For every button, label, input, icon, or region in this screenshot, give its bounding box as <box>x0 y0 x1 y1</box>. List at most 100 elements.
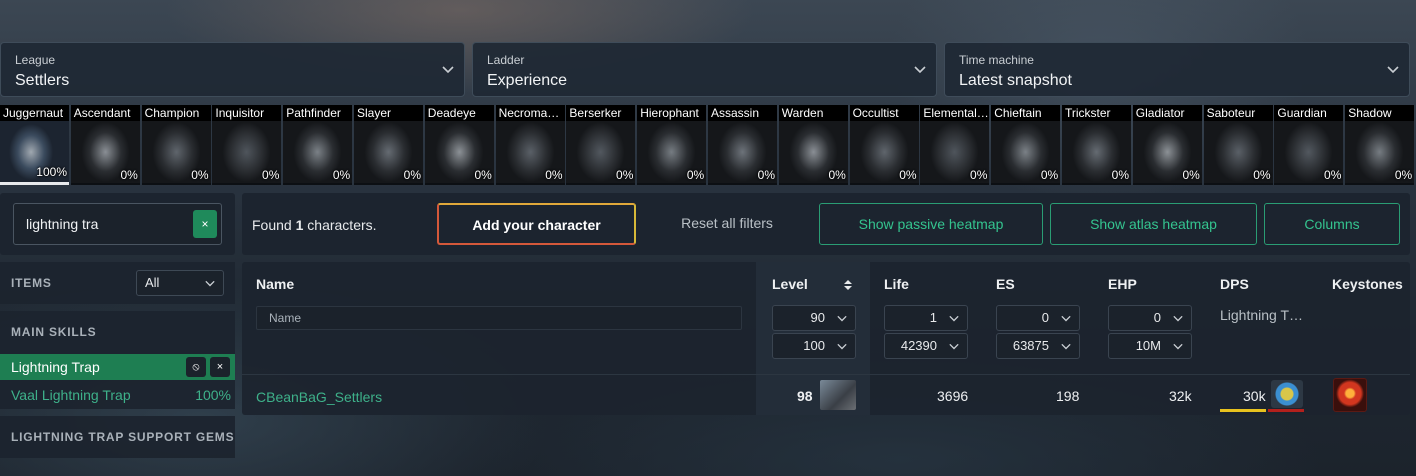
header-level[interactable]: Level <box>772 276 808 292</box>
league-select[interactable]: League Settlers <box>0 42 465 97</box>
header-es[interactable]: ES <box>996 276 1015 292</box>
class-pathfinder[interactable]: Pathfinder 0% <box>283 105 353 185</box>
add-character-button[interactable]: Add your character <box>437 203 636 245</box>
class-necroma[interactable]: Necroma… 0% <box>495 105 565 185</box>
character-name-link[interactable]: CBeanBaG_Settlers <box>256 389 382 405</box>
class-name-label: Saboteur <box>1203 105 1273 121</box>
life-min-select[interactable]: 1 <box>884 305 968 331</box>
class-name-label: Hierophant <box>637 105 707 121</box>
class-name-label: Occultist <box>849 105 919 121</box>
class-name-label: Trickster <box>1062 105 1131 121</box>
header-ehp[interactable]: EHP <box>1108 276 1137 292</box>
class-percentage: 0% <box>1182 168 1200 182</box>
name-filter-input[interactable]: Name <box>256 306 742 330</box>
es-min-select[interactable]: 0 <box>996 305 1080 331</box>
class-percentage: 0% <box>1324 168 1342 182</box>
life-max-select[interactable]: 42390 <box>884 333 968 359</box>
class-name-label: Ascendant <box>70 105 140 121</box>
ladder-value: Experience <box>487 72 568 89</box>
class-name-label: Inquisitor <box>212 105 282 121</box>
results-count: Found 1 characters. <box>252 217 377 233</box>
class-inquisitor[interactable]: Inquisitor 0% <box>212 105 282 185</box>
sort-icon[interactable] <box>843 279 853 291</box>
atlas-heatmap-button[interactable]: Show atlas heatmap <box>1050 203 1257 245</box>
block-icon[interactable]: ⦸ <box>186 357 206 377</box>
class-percentage: 0% <box>616 168 634 182</box>
header-name[interactable]: Name <box>256 276 294 292</box>
keystone-icon <box>1333 378 1367 412</box>
class-juggernaut[interactable]: Juggernaut 100% <box>0 105 69 185</box>
class-percentage: 0% <box>970 168 988 182</box>
class-trickster[interactable]: Trickster 0% <box>1062 105 1131 185</box>
dps-bar-primary <box>1220 409 1266 412</box>
skill-vaal-lightning-trap[interactable]: Vaal Lightning Trap 100% <box>0 382 235 408</box>
character-life: 3696 <box>937 388 969 404</box>
ehp-max-select[interactable]: 10M <box>1108 333 1192 359</box>
search-input[interactable]: lightning tra <box>13 203 222 245</box>
level-min-select[interactable]: 90 <box>772 305 856 331</box>
class-percentage: 0% <box>262 168 280 182</box>
class-percentage: 0% <box>332 168 351 182</box>
ladder-select[interactable]: Ladder Experience <box>472 42 937 97</box>
reset-filters-button[interactable]: Reset all filters <box>662 203 792 245</box>
time-machine-select[interactable]: Time machine Latest snapshot <box>944 42 1410 97</box>
chevron-down-icon <box>205 280 215 287</box>
class-name-label: Slayer <box>354 105 423 121</box>
skill-gem-icon <box>1271 380 1303 408</box>
class-champion[interactable]: Champion 0% <box>141 105 211 185</box>
header-life[interactable]: Life <box>884 276 909 292</box>
clear-search-button[interactable]: × <box>193 210 217 238</box>
time-machine-label: Time machine <box>959 53 1034 67</box>
class-name-label: Assassin <box>708 105 777 121</box>
dps-skill-filter[interactable]: Lightning T… <box>1220 307 1303 323</box>
columns-button[interactable]: Columns <box>1264 203 1400 245</box>
class-hierophant[interactable]: Hierophant 0% <box>637 105 707 185</box>
class-percentage: 0% <box>1253 168 1271 182</box>
character-es: 198 <box>1056 388 1080 404</box>
passive-heatmap-button[interactable]: Show passive heatmap <box>819 203 1043 245</box>
es-max-select[interactable]: 63875 <box>996 333 1080 359</box>
class-gladiator[interactable]: Gladiator 0% <box>1132 105 1202 185</box>
class-filter-strip: Juggernaut 100% Ascendant 0% Champion 0% Inqui… <box>0 105 1416 185</box>
class-guardian[interactable]: Guardian 0% <box>1274 105 1344 185</box>
close-icon[interactable]: × <box>210 357 230 377</box>
class-ascendant[interactable]: Ascendant 0% <box>70 105 140 185</box>
class-shadow[interactable]: Shadow 0% <box>1345 105 1415 185</box>
class-percentage: 0% <box>191 168 209 182</box>
class-percentage: 0% <box>120 168 138 182</box>
class-percentage: 0% <box>1111 168 1129 182</box>
class-chieftain[interactable]: Chieftain 0% <box>991 105 1061 185</box>
class-name-label: Elemental… <box>920 105 990 121</box>
chevron-down-icon <box>1173 343 1183 350</box>
chevron-down-icon <box>837 315 847 322</box>
header-dps[interactable]: DPS <box>1220 276 1249 292</box>
character-ehp: 32k <box>1169 388 1192 404</box>
class-name-label: Necroma… <box>495 105 565 121</box>
chevron-down-icon <box>949 343 959 350</box>
level-max-select[interactable]: 100 <box>772 333 856 359</box>
class-name-label: Berserker <box>566 105 636 121</box>
main-skills-title: MAIN SKILLS <box>11 325 97 339</box>
class-saboteur[interactable]: Saboteur 0% <box>1203 105 1273 185</box>
class-occultist[interactable]: Occultist 0% <box>849 105 919 185</box>
chevron-down-icon <box>837 343 847 350</box>
class-slayer[interactable]: Slayer 0% <box>354 105 423 185</box>
class-deadeye[interactable]: Deadeye 0% <box>424 105 494 185</box>
header-keystones[interactable]: Keystones <box>1332 276 1403 292</box>
chevron-down-icon <box>1173 315 1183 322</box>
class-assassin[interactable]: Assassin 0% <box>708 105 777 185</box>
class-warden[interactable]: Warden 0% <box>778 105 848 185</box>
ehp-min-select[interactable]: 0 <box>1108 305 1192 331</box>
class-percentage: 0% <box>686 168 705 182</box>
class-elemental[interactable]: Elemental… 0% <box>920 105 990 185</box>
class-percentage: 0% <box>545 168 563 182</box>
items-select[interactable]: All <box>136 270 224 296</box>
chevron-down-icon <box>1387 66 1399 74</box>
class-berserker[interactable]: Berserker 0% <box>566 105 636 185</box>
class-percentage: 0% <box>1040 168 1059 182</box>
support-gems-section: LIGHTNING TRAP SUPPORT GEMS <box>0 416 235 458</box>
ladder-label: Ladder <box>487 53 525 67</box>
dps-bar-secondary <box>1268 409 1304 412</box>
chevron-down-icon <box>914 66 926 74</box>
row-divider <box>242 374 1410 375</box>
